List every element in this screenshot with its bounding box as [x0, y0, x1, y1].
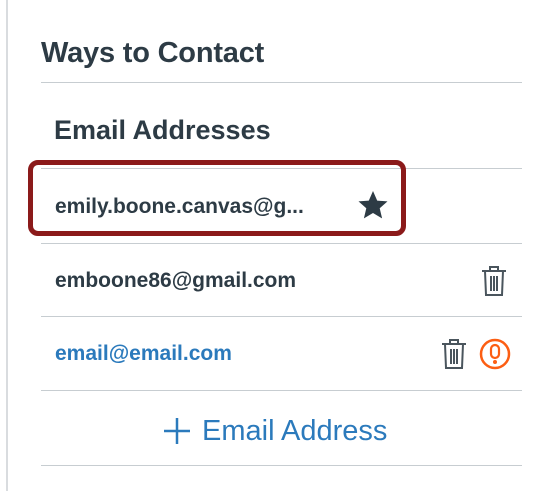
plus-icon — [164, 418, 190, 444]
trash-icon[interactable] — [479, 264, 509, 298]
panel-left-border — [6, 0, 8, 491]
section-title: Ways to Contact — [41, 37, 265, 69]
email-address: emboone86@gmail.com — [55, 269, 297, 292]
add-email-label: Email Address — [202, 414, 388, 447]
divider — [41, 82, 522, 83]
divider — [41, 168, 522, 169]
email-address-link[interactable]: email@email.com — [55, 341, 232, 367]
add-email-address-button[interactable]: Email Address — [162, 411, 387, 451]
divider — [41, 390, 522, 391]
warning-icon — [479, 338, 511, 370]
email-addresses-heading: Email Addresses — [54, 115, 271, 145]
email-address-default: emily.boone.canvas@g... — [55, 195, 304, 218]
email-row-default: emily.boone.canvas@g... — [41, 170, 522, 242]
ways-to-contact-panel: Ways to Contact Email Addresses emily.bo… — [0, 0, 546, 491]
trash-icon[interactable] — [439, 337, 469, 371]
email-row: emboone86@gmail.com — [41, 244, 522, 316]
email-row-unconfirmed: email@email.com — [41, 317, 522, 389]
star-icon — [358, 191, 388, 219]
divider — [41, 465, 522, 466]
